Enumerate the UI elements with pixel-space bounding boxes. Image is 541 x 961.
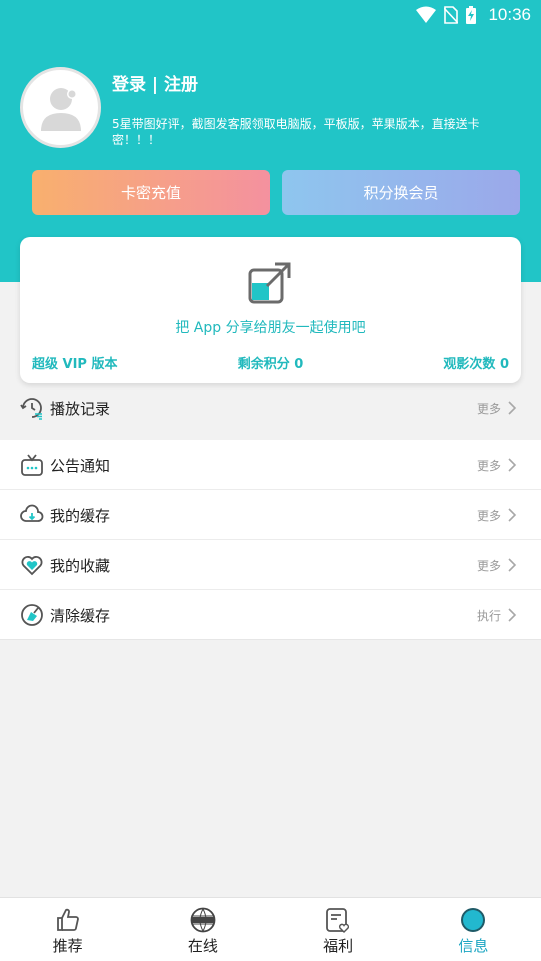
menu-list: 公告通知 更多 我的缓存 更多 我的收藏 更多 清除缓存 执行 bbox=[0, 440, 541, 640]
chevron-right-icon bbox=[508, 558, 517, 572]
cloud-download-icon bbox=[20, 504, 44, 522]
clear-cache-label: 清除缓存 bbox=[50, 607, 111, 625]
share-card[interactable]: 把 App 分享给朋友一起使用吧 超级 VIP 版本 剩余积分 0 观影次数 0 bbox=[20, 237, 521, 383]
nav-recommend-label: 推荐 bbox=[52, 937, 83, 955]
history-icon bbox=[20, 398, 42, 420]
favorites-more[interactable]: 更多 bbox=[477, 557, 501, 574]
card-recharge-button[interactable]: 卡密充值 bbox=[32, 170, 270, 215]
status-time: 10:36 bbox=[488, 5, 531, 24]
share-text: 把 App 分享给朋友一起使用吧 bbox=[175, 320, 366, 336]
battery-charging-icon bbox=[466, 6, 477, 24]
play-history-more[interactable]: 更多 bbox=[477, 400, 501, 417]
chevron-right-icon bbox=[508, 458, 517, 472]
cache-more[interactable]: 更多 bbox=[477, 507, 501, 524]
login-register-link[interactable]: 登录 | 注册 bbox=[112, 70, 198, 95]
online-globe-icon bbox=[190, 907, 216, 933]
cache-label: 我的缓存 bbox=[50, 507, 111, 525]
chevron-right-icon bbox=[508, 508, 517, 522]
favorites-label: 我的收藏 bbox=[50, 557, 111, 575]
nav-online[interactable]: 在线 bbox=[135, 898, 270, 961]
play-history-label: 播放记录 bbox=[50, 400, 111, 418]
no-sim-icon bbox=[444, 6, 459, 24]
status-bar: 10:36 bbox=[0, 0, 541, 30]
notice-label: 公告通知 bbox=[50, 457, 111, 475]
nav-info-label: 信息 bbox=[458, 937, 489, 955]
thumbs-up-icon bbox=[56, 908, 79, 931]
avatar[interactable] bbox=[20, 67, 101, 148]
nav-info[interactable]: 信息 bbox=[406, 898, 541, 961]
nav-welfare-label: 福利 bbox=[323, 937, 354, 955]
chevron-right-icon bbox=[508, 608, 517, 622]
bottom-nav: 推荐 在线 福利 信息 bbox=[0, 897, 541, 961]
points-exchange-button[interactable]: 积分换会员 bbox=[282, 170, 520, 215]
user-placeholder-icon bbox=[40, 87, 81, 131]
clear-cache-execute[interactable]: 执行 bbox=[477, 607, 501, 624]
info-circle-icon bbox=[461, 908, 486, 932]
share-external-icon bbox=[248, 262, 291, 304]
chevron-right-icon bbox=[508, 401, 517, 415]
nav-recommend[interactable]: 推荐 bbox=[0, 898, 135, 961]
nav-welfare[interactable]: 福利 bbox=[271, 898, 406, 961]
promo-text: 5星带图好评，截图发客服领取电脑版，平板版，苹果版本，直接送卡密！！！ bbox=[112, 117, 480, 147]
view-count-label: 观影次数 0 bbox=[443, 357, 509, 372]
clear-cache-row[interactable]: 清除缓存 执行 bbox=[0, 590, 541, 640]
nav-online-label: 在线 bbox=[187, 937, 218, 955]
cache-row[interactable]: 我的缓存 更多 bbox=[0, 490, 541, 540]
notice-icon bbox=[21, 454, 43, 476]
gift-note-icon bbox=[326, 908, 350, 933]
wifi-icon bbox=[416, 6, 437, 23]
broom-icon bbox=[21, 604, 43, 626]
favorites-row[interactable]: 我的收藏 更多 bbox=[0, 540, 541, 590]
heart-icon bbox=[21, 556, 43, 576]
play-history-row[interactable]: 播放记录 更多 bbox=[0, 383, 541, 433]
notice-more[interactable]: 更多 bbox=[477, 457, 501, 474]
remaining-points-label: 剩余积分 0 bbox=[237, 357, 304, 372]
notice-row[interactable]: 公告通知 更多 bbox=[0, 440, 541, 490]
